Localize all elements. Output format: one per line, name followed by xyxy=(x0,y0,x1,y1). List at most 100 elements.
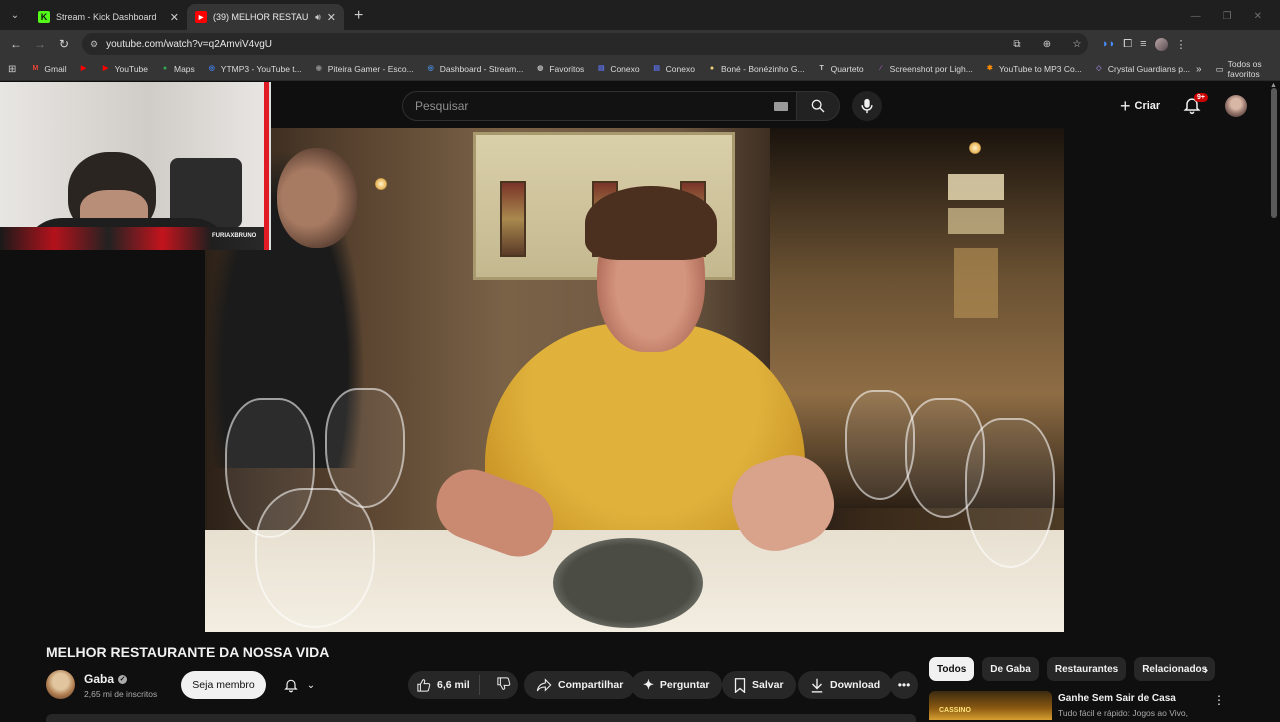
close-tab-icon[interactable]: ✕ xyxy=(327,11,336,24)
wine-glass xyxy=(965,418,1055,568)
keyboard-icon[interactable] xyxy=(774,102,788,111)
site-info-icon[interactable]: ⚙ xyxy=(90,39,98,50)
chevron-down-icon: ⌄ xyxy=(306,679,316,691)
reload-icon[interactable]: ↻ xyxy=(52,37,76,51)
voice-search-button[interactable] xyxy=(852,91,882,121)
bookmark-item[interactable]: ▶ YouTube xyxy=(95,64,154,74)
bookmark-star-icon[interactable]: ☆ xyxy=(1066,39,1088,50)
more-bookmarks-icon[interactable]: » xyxy=(1196,64,1216,75)
subscription-bell-button[interactable]: ⌄ xyxy=(272,671,326,699)
maximize-icon[interactable]: ❐ xyxy=(1223,11,1232,22)
bookmark-favicon-icon: ◉ xyxy=(315,65,322,72)
bookmark-item[interactable]: ∕ Screenshot por Ligh... xyxy=(870,64,979,74)
dislike-button[interactable] xyxy=(486,676,511,694)
media-control-icon[interactable]: ≡ xyxy=(1140,38,1146,50)
back-icon[interactable]: ← xyxy=(4,37,28,51)
new-tab-button[interactable]: + xyxy=(344,7,373,30)
bookmark-item[interactable]: ▤ Conexo xyxy=(590,64,645,74)
kick-favicon-icon: K xyxy=(38,11,50,23)
notifications-button[interactable]: 9+ xyxy=(1182,93,1208,117)
bookmark-item[interactable]: ◇ Crystal Guardians p... xyxy=(1088,64,1196,74)
save-button[interactable]: Salvar xyxy=(722,671,796,699)
search-button[interactable] xyxy=(796,91,840,121)
thumbs-down-icon xyxy=(497,677,511,690)
bookmark-favicon-icon: ◇ xyxy=(1096,65,1102,72)
bookmark-label: Conexo xyxy=(610,64,640,74)
chip-de-gaba[interactable]: De Gaba xyxy=(982,657,1039,681)
install-app-icon[interactable]: ⧉ xyxy=(1006,39,1028,50)
bookmark-label: YouTube xyxy=(114,64,148,74)
ask-label: Perguntar xyxy=(659,679,710,691)
minimize-icon[interactable]: — xyxy=(1191,11,1201,22)
webcam-overlay: FURIAXBRUNO xyxy=(0,82,271,250)
description-box[interactable] xyxy=(46,714,916,722)
bookmark-item[interactable]: ◍ Favoritos xyxy=(529,64,590,74)
bookmark-item[interactable]: ● Maps xyxy=(154,64,201,74)
apps-grid-icon[interactable]: ⊞ xyxy=(0,64,24,75)
forward-icon[interactable]: → xyxy=(28,37,52,51)
bell-icon xyxy=(284,679,298,693)
speaker-icon[interactable]: 🔊︎ xyxy=(315,12,321,23)
bookmark-item[interactable]: ✱ YouTube to MP3 Co... xyxy=(979,64,1088,74)
join-button[interactable]: Seja membro xyxy=(181,671,266,699)
recommendation-thumbnail[interactable]: CASSINO xyxy=(929,691,1052,720)
waiter-head xyxy=(277,148,357,248)
close-window-icon[interactable]: ✕ xyxy=(1254,11,1262,22)
more-vertical-icon[interactable]: ⋮ xyxy=(1213,693,1225,707)
tab-youtube-video[interactable]: ▶ (39) MELHOR RESTAURANTE DA NOSSA VIDA … xyxy=(187,4,344,30)
thumbnail-text: CASSINO xyxy=(939,707,971,714)
more-actions-button[interactable]: ••• xyxy=(890,671,918,699)
recommendation-item[interactable]: CASSINO Ganhe Sem Sair de Casa Tudo fáci… xyxy=(929,691,1229,721)
like-button[interactable]: 6,6 mil xyxy=(408,675,480,695)
channel-avatar[interactable] xyxy=(46,670,75,699)
bookmark-label: YTMP3 - YouTube t... xyxy=(220,64,302,74)
bookmark-item[interactable]: ▤ Conexo xyxy=(646,64,701,74)
all-bookmarks-folder[interactable]: ▭ Todos os favoritos xyxy=(1216,59,1280,79)
chips-next-chevron-icon[interactable]: › xyxy=(1196,659,1216,679)
tab-kick-dashboard[interactable]: K Stream - Kick Dashboard ✕ xyxy=(30,4,187,30)
bookmark-item[interactable]: T Quarteto xyxy=(811,64,870,74)
download-button[interactable]: Download xyxy=(798,671,893,699)
video-player[interactable] xyxy=(205,128,1064,632)
close-tab-icon[interactable]: ✕ xyxy=(170,11,179,24)
bookmark-item[interactable]: ● Boné - Bonézinho G... xyxy=(701,64,811,74)
channel-name: Gaba xyxy=(84,672,115,686)
create-button[interactable]: + Criar xyxy=(1112,92,1168,120)
recommendation-subtitle: Tudo fácil e rápido: Jogos ao Vivo, xyxy=(1058,708,1188,718)
browser-tab-bar: ⌄ K Stream - Kick Dashboard ✕ ▶ (39) MEL… xyxy=(0,0,1280,30)
profile-avatar[interactable] xyxy=(1154,37,1168,51)
bookmark-item[interactable]: ◎ YTMP3 - YouTube t... xyxy=(201,64,308,74)
zoom-icon[interactable]: ⊕ xyxy=(1036,39,1058,50)
account-avatar[interactable] xyxy=(1225,95,1247,117)
bookmark-label: Favoritos xyxy=(549,64,585,74)
recommendation-title[interactable]: Ganhe Sem Sair de Casa xyxy=(1058,693,1176,704)
window-controls: — ❐ ✕ xyxy=(1191,11,1280,30)
extensions-puzzle-icon[interactable]: ⧠ xyxy=(1123,38,1132,51)
channel-name-link[interactable]: Gaba ✓ xyxy=(84,672,128,686)
bookmark-item[interactable]: ▶ xyxy=(73,64,95,74)
video-title: MELHOR RESTAURANTE DA NOSSA VIDA xyxy=(46,644,330,660)
address-bar[interactable]: ⚙ youtube.com/watch?v=q2AmviV4vgU ⧉ ⊕ ☆ xyxy=(82,33,1088,55)
tab-search-button[interactable]: ⌄ xyxy=(2,4,28,26)
chip-todos[interactable]: Todos xyxy=(929,657,975,681)
share-icon xyxy=(536,678,552,692)
bookmark-label: Crystal Guardians p... xyxy=(1107,64,1191,74)
ask-button[interactable]: ✦ Perguntar xyxy=(631,671,722,699)
window-light xyxy=(948,208,1004,234)
lamp-light xyxy=(969,142,981,154)
video-man-hair xyxy=(585,186,717,260)
browser-menu-icon[interactable]: ⋮ xyxy=(1176,38,1187,51)
page-scrollbar[interactable] xyxy=(1271,88,1277,218)
wine-glass xyxy=(255,488,375,628)
all-bookmarks-label: Todos os favoritos xyxy=(1227,59,1262,79)
extension-icon[interactable]: ◗◗ xyxy=(1102,38,1115,50)
search-input[interactable]: Pesquisar xyxy=(402,91,796,121)
bookmark-item[interactable]: ◉ Piteira Gamer - Esco... xyxy=(308,64,420,74)
bookmark-favicon-icon: ● xyxy=(162,65,168,72)
bookmark-item[interactable]: M Gmail xyxy=(24,64,72,74)
tab-title: (39) MELHOR RESTAURANTE DA NOSSA VIDA - … xyxy=(213,12,309,22)
chip-restaurantes[interactable]: Restaurantes xyxy=(1046,657,1127,681)
share-button[interactable]: Compartilhar xyxy=(524,671,636,699)
bookmark-item[interactable]: ◎ Dashboard - Stream... xyxy=(420,64,530,74)
like-dislike-group: 6,6 mil xyxy=(408,671,518,699)
